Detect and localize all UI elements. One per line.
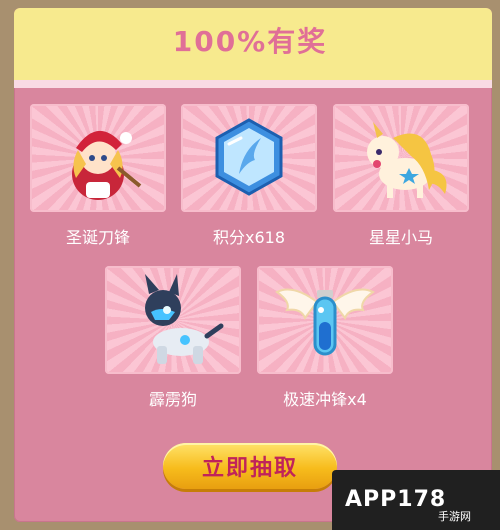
draw-now-button[interactable]: 立即抽取 — [163, 443, 337, 489]
reward-label: 星星小马 — [368, 228, 433, 247]
reward-card[interactable] — [333, 104, 469, 212]
reward-card[interactable] — [257, 266, 393, 374]
robot-dog-icon — [145, 274, 224, 364]
panel-title: 100%有奖 — [172, 25, 328, 58]
christmas-hero-icon — [72, 130, 142, 200]
winged-potion-icon — [275, 288, 375, 356]
watermark-text: APP178 — [345, 487, 447, 512]
reward-label: 极速冲锋x4 — [283, 390, 367, 409]
crystal-points-icon — [215, 118, 283, 196]
reward-card[interactable] — [105, 266, 241, 374]
watermark-subtext: 手游网 — [438, 510, 471, 523]
header-divider — [14, 80, 492, 88]
reward-label: 积分x618 — [212, 228, 285, 247]
reward-label: 霹雳狗 — [148, 390, 197, 409]
reward-card[interactable] — [30, 104, 166, 212]
reward-card[interactable] — [181, 104, 317, 212]
star-pony-icon — [367, 122, 447, 198]
reward-label: 圣诞刀锋 — [65, 228, 130, 247]
